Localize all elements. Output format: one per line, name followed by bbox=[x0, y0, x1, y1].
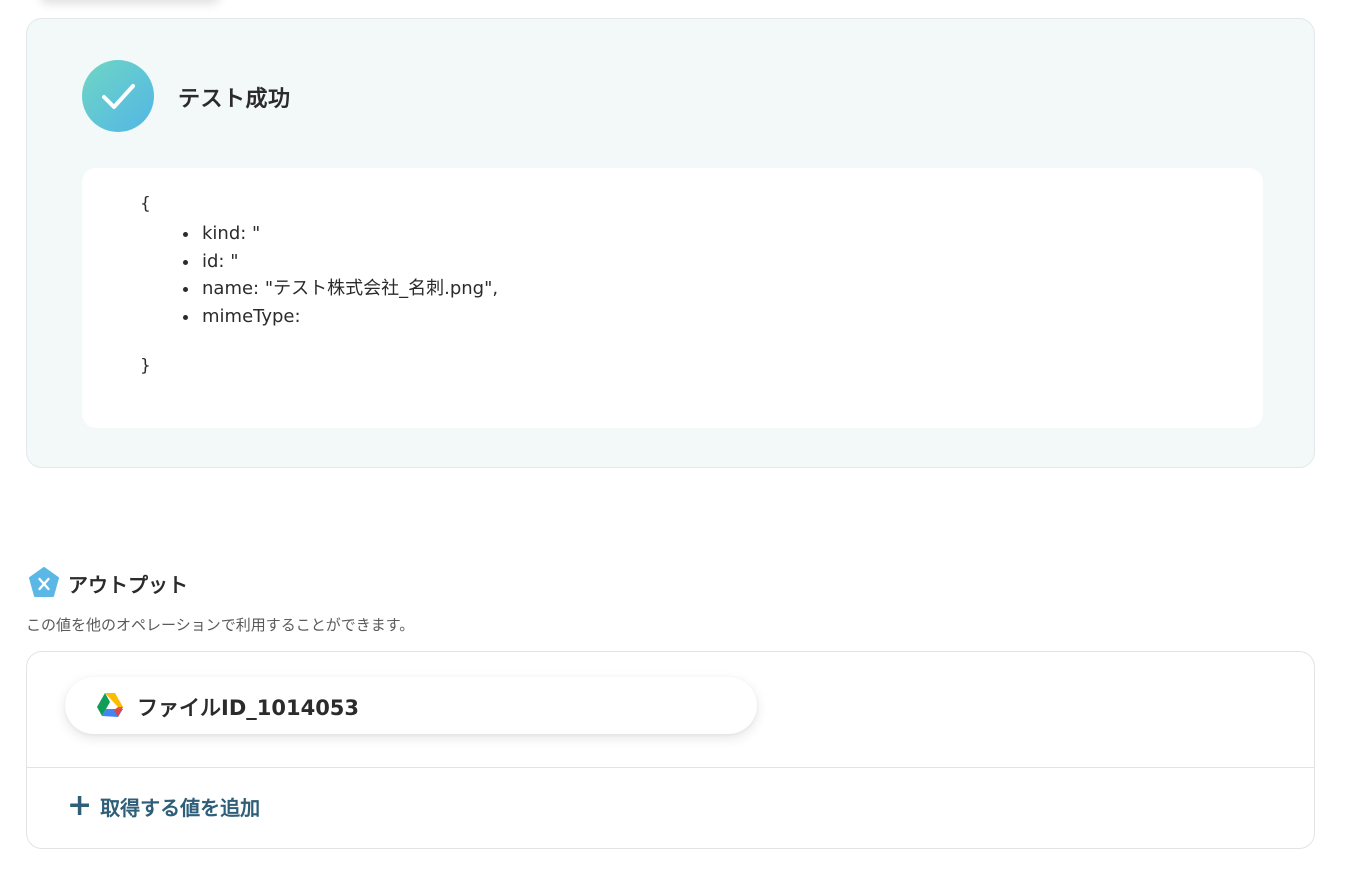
success-title: テスト成功 bbox=[178, 87, 291, 112]
json-open-brace: { bbox=[140, 194, 151, 214]
output-description: この値を他のオペレーションで利用することができます。 bbox=[26, 616, 415, 634]
json-field-mimetype: mimeType: bbox=[200, 303, 498, 331]
json-response-box: { kind: " id: " name: "テスト株式会社_名刺.png", … bbox=[82, 168, 1263, 428]
output-value-label: ファイルID_1014053 bbox=[137, 696, 360, 720]
plus-icon: + bbox=[67, 788, 93, 823]
test-result-panel: テスト成功 { kind: " id: " name: "テスト株式会社_名刺.… bbox=[26, 18, 1315, 468]
output-divider bbox=[27, 767, 1314, 768]
checkmark-icon bbox=[102, 84, 135, 109]
json-field-list: kind: " id: " name: "テスト株式会社_名刺.png", mi… bbox=[161, 220, 498, 330]
success-check-icon bbox=[82, 60, 154, 132]
json-field-name: name: "テスト株式会社_名刺.png", bbox=[200, 275, 498, 303]
google-drive-icon bbox=[97, 693, 123, 717]
add-value-label: 取得する値を追加 bbox=[100, 795, 261, 820]
json-close-brace: } bbox=[140, 356, 151, 376]
json-field-id: id: " bbox=[200, 248, 498, 276]
output-values-panel: ファイルID_1014053 + 取得する値を追加 bbox=[26, 651, 1315, 849]
output-value-chip[interactable]: ファイルID_1014053 bbox=[65, 677, 757, 734]
output-variable-icon bbox=[28, 567, 60, 599]
json-field-kind: kind: " bbox=[200, 220, 498, 248]
output-title: アウトプット bbox=[68, 573, 188, 597]
add-value-button[interactable]: + 取得する値を追加 bbox=[67, 791, 260, 821]
